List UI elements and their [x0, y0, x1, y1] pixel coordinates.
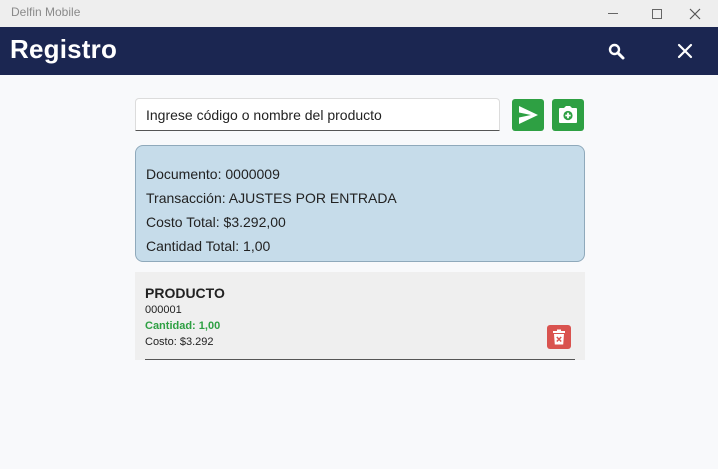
minimize-icon: [608, 13, 618, 14]
window-close-icon: [689, 8, 701, 19]
document-summary-card: Documento: 0000009 Transacción: AJUSTES …: [135, 145, 585, 262]
product-name: PRODUCTO: [145, 285, 225, 301]
camera-add-button[interactable]: [552, 99, 584, 131]
window-title: Delfin Mobile: [11, 5, 81, 19]
list-divider: [145, 359, 575, 360]
transaction-type: Transacción: AJUSTES POR ENTRADA: [146, 190, 397, 206]
window-close-button[interactable]: [672, 0, 718, 27]
product-cost: Costo: $3.292: [145, 336, 214, 348]
trash-icon: [553, 329, 565, 345]
product-search-input[interactable]: [135, 98, 500, 131]
window-titlebar: Delfin Mobile: [0, 0, 718, 27]
send-button[interactable]: [512, 99, 544, 131]
minimize-button[interactable]: [590, 0, 636, 27]
maximize-icon: [652, 8, 662, 19]
total-quantity: Cantidad Total: 1,00: [146, 238, 271, 254]
document-number: Documento: 0000009: [146, 166, 280, 182]
app-header: Registro: [0, 27, 718, 75]
camera-add-icon: [559, 106, 577, 123]
close-icon: [677, 43, 693, 59]
page-title: Registro: [10, 34, 118, 64]
delete-product-button[interactable]: [547, 325, 571, 349]
header-search-button[interactable]: [604, 39, 630, 65]
search-icon: [608, 43, 625, 60]
list-item[interactable]: PRODUCTO 000001 Cantidad: 1,00 Costo: $3…: [135, 272, 585, 360]
send-icon: [519, 106, 538, 124]
product-code: 000001: [145, 304, 182, 316]
total-cost: Costo Total: $3.292,00: [146, 214, 286, 230]
header-close-button[interactable]: [672, 38, 698, 64]
product-quantity: Cantidad: 1,00: [145, 320, 221, 332]
